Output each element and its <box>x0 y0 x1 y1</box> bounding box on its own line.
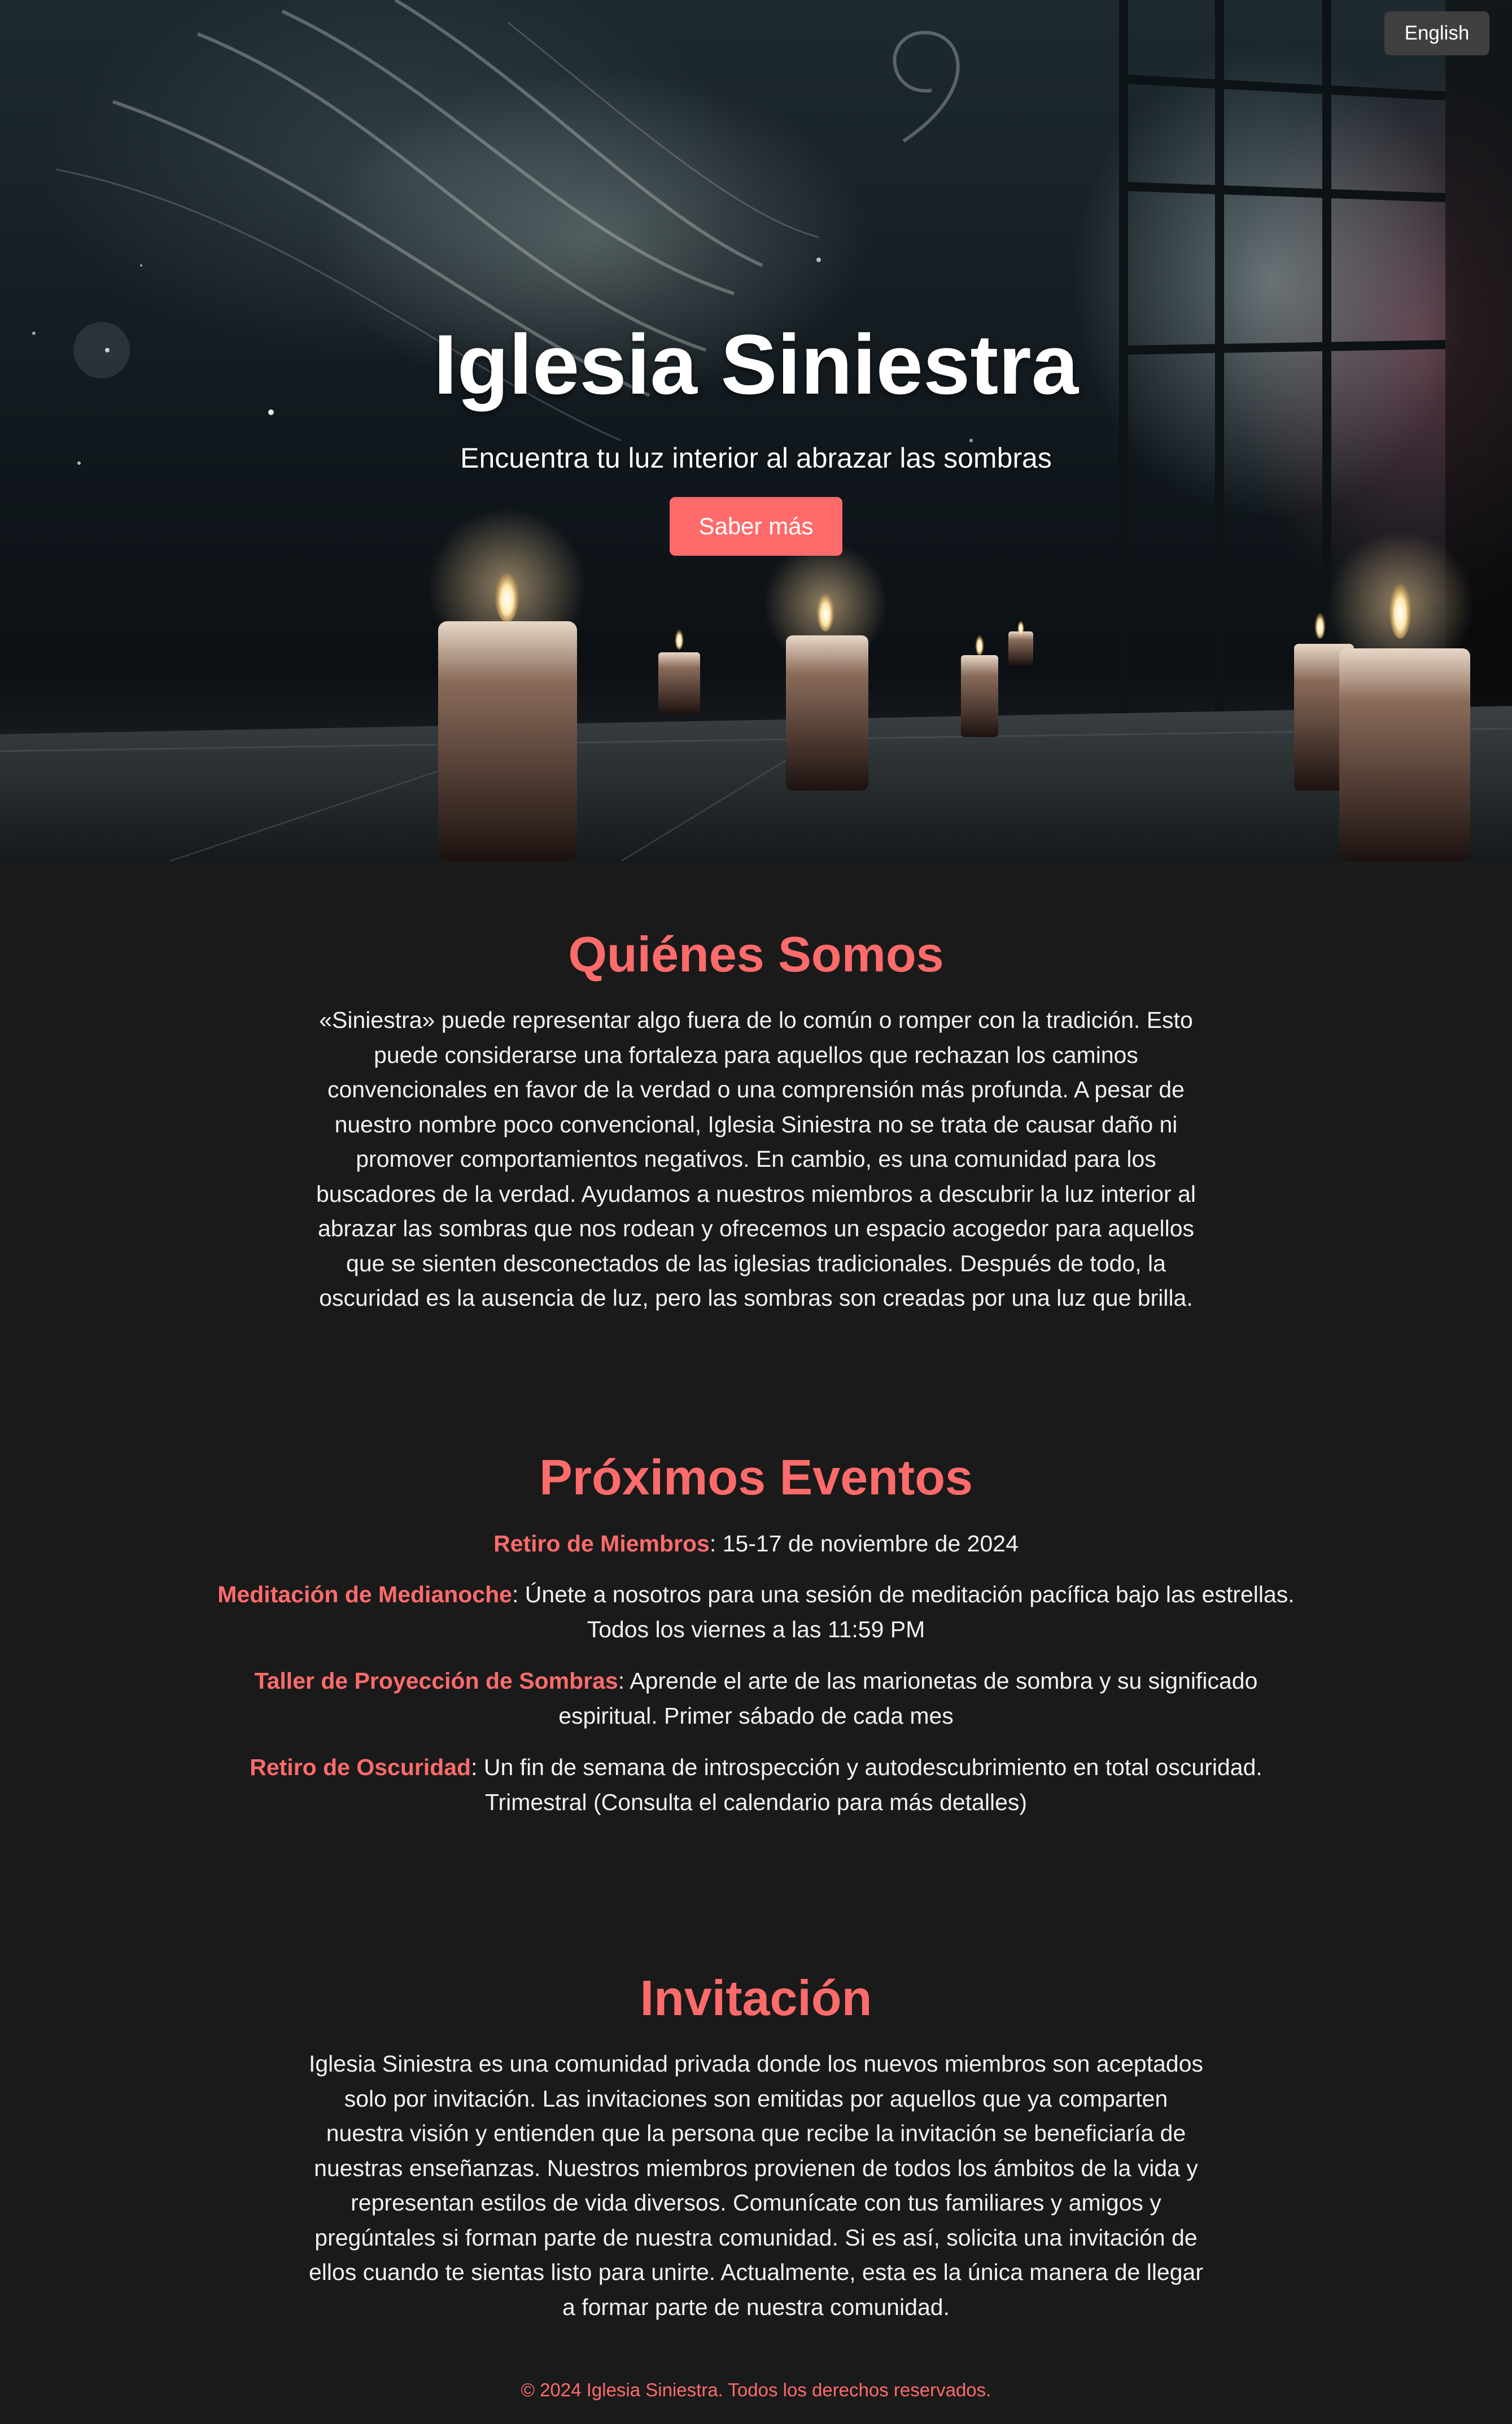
about-title: Quiénes Somos <box>568 926 944 982</box>
event-name: Retiro de Miembros <box>493 1531 710 1557</box>
language-toggle-button[interactable]: English <box>1384 11 1489 55</box>
event-name: Retiro de Oscuridad <box>250 1754 471 1780</box>
event-item: Retiro de Oscuridad: Un fin de semana de… <box>203 1750 1309 1820</box>
site-title: Iglesia Siniestra <box>433 317 1079 412</box>
event-item: Taller de Proyección de Sombras: Aprende… <box>203 1663 1309 1733</box>
event-detail: : Aprende el arte de las marionetas de s… <box>558 1668 1258 1729</box>
event-detail: : 15-17 de noviembre de 2024 <box>709 1531 1019 1557</box>
invitation-text: Iglesia Siniestra es una comunidad priva… <box>308 2051 1203 2320</box>
event-name: Meditación de Medianoche <box>217 1581 512 1607</box>
hero-subtitle: Encuentra tu luz interior al abrazar las… <box>460 442 1052 474</box>
hero-section: English Iglesia Siniestra Encuentra tu l… <box>0 0 1512 861</box>
event-name: Taller de Proyección de Sombras <box>254 1668 618 1694</box>
hero-background-image <box>0 0 1512 861</box>
events-title: Próximos Eventos <box>539 1449 973 1505</box>
event-item: Meditación de Medianoche: Únete a nosotr… <box>203 1577 1309 1647</box>
invitation-title: Invitación <box>640 1970 872 2026</box>
about-text: «Siniestra» puede representar algo fuera… <box>316 1007 1196 1311</box>
copyright-text: © 2024 Iglesia Siniestra. Todos los dere… <box>521 2379 991 2400</box>
event-item: Retiro de Miembros: 15-17 de noviembre d… <box>203 1526 1309 1561</box>
learn-more-button[interactable]: Saber más <box>670 497 842 556</box>
event-detail: : Un fin de semana de introspección y au… <box>471 1754 1262 1815</box>
event-detail: : Únete a nosotros para una sesión de me… <box>512 1581 1295 1642</box>
